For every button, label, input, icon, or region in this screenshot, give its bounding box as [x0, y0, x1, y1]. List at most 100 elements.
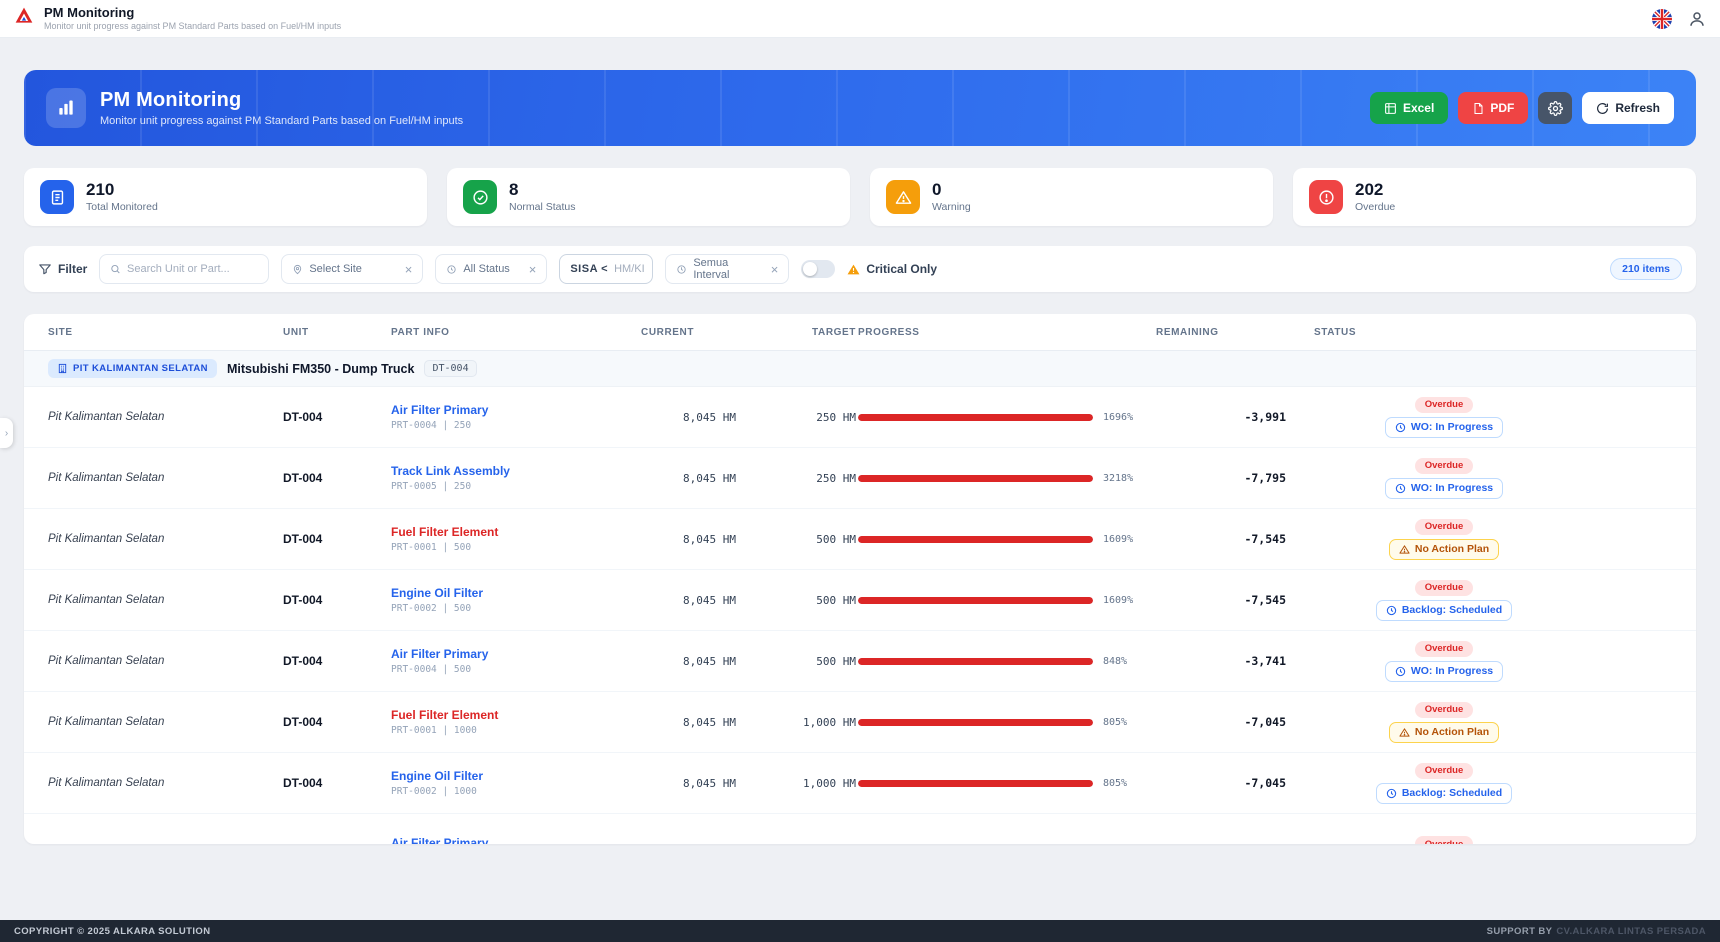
- part-link[interactable]: Air Filter Primary: [391, 403, 641, 417]
- stat-value: 202: [1355, 181, 1395, 200]
- pm-table: SITE UNIT PART INFO CURRENT TARGET PROGR…: [24, 314, 1696, 844]
- part-link[interactable]: Track Link Assembly: [391, 464, 641, 478]
- header-unit: UNIT: [283, 327, 391, 338]
- bar-chart-icon: [46, 88, 86, 128]
- part-link[interactable]: Fuel Filter Element: [391, 525, 641, 539]
- row-site: Pit Kalimantan Selatan: [48, 655, 283, 667]
- progress-percent: 848%: [1103, 656, 1127, 667]
- part-link[interactable]: Engine Oil Filter: [391, 586, 641, 600]
- header-status: STATUS: [1286, 327, 1672, 338]
- status-badge: Overdue: [1415, 397, 1474, 413]
- sisa-threshold-input[interactable]: [614, 263, 654, 275]
- clear-status-icon[interactable]: ×: [529, 263, 537, 276]
- action-badge[interactable]: No Action Plan: [1389, 722, 1499, 743]
- part-meta: PRT-0001 | 500: [391, 542, 641, 553]
- row-target: 250 HM: [736, 472, 856, 485]
- warning-triangle-icon: [886, 180, 920, 214]
- status-badge: Overdue: [1415, 836, 1474, 844]
- support-text: SUPPORT BYCV.ALKARA LINTAS PERSADA: [1487, 926, 1706, 937]
- progress-bar: [858, 475, 1093, 482]
- table-row[interactable]: Air Filter Primary Overdue: [24, 814, 1696, 844]
- progress-bar: [858, 719, 1093, 726]
- user-account-button[interactable]: [1688, 10, 1706, 28]
- search-icon: [110, 263, 121, 275]
- progress-bar: [858, 780, 1093, 787]
- site-select-value: Select Site: [309, 263, 398, 275]
- progress-percent: 3218%: [1103, 473, 1133, 484]
- sisa-threshold-field[interactable]: SISA <: [559, 254, 653, 284]
- row-target: 500 HM: [736, 655, 856, 668]
- status-select[interactable]: All Status ×: [435, 254, 547, 284]
- items-count-badge: 210 items: [1610, 258, 1682, 280]
- action-badge[interactable]: Backlog: Scheduled: [1376, 600, 1512, 621]
- action-badge[interactable]: WO: In Progress: [1385, 478, 1503, 499]
- settings-button[interactable]: [1538, 92, 1572, 124]
- clock-icon: [1386, 788, 1397, 799]
- part-meta: PRT-0004 | 500: [391, 664, 641, 675]
- table-row[interactable]: Pit Kalimantan Selatan DT-004 Fuel Filte…: [24, 692, 1696, 753]
- row-remaining: -7,045: [1156, 776, 1286, 790]
- part-link[interactable]: Air Filter Primary: [391, 647, 641, 661]
- chevron-right-icon: ›: [5, 428, 8, 439]
- action-badge[interactable]: Backlog: Scheduled: [1376, 783, 1512, 804]
- clear-site-icon[interactable]: ×: [405, 263, 413, 276]
- footer: COPYRIGHT © 2025 ALKARA SOLUTION SUPPORT…: [0, 920, 1720, 942]
- row-site: Pit Kalimantan Selatan: [48, 411, 283, 423]
- page-title: PM Monitoring: [44, 5, 341, 21]
- action-badge[interactable]: WO: In Progress: [1385, 417, 1503, 438]
- language-flag-button[interactable]: [1652, 9, 1672, 29]
- table-row[interactable]: Pit Kalimantan Selatan DT-004 Fuel Filte…: [24, 509, 1696, 570]
- critical-only-toggle[interactable]: [801, 260, 835, 278]
- action-badge[interactable]: No Action Plan: [1389, 539, 1499, 560]
- table-row[interactable]: Pit Kalimantan Selatan DT-004 Air Filter…: [24, 631, 1696, 692]
- search-input[interactable]: [127, 263, 258, 275]
- clipboard-icon: [40, 180, 74, 214]
- header-site: SITE: [48, 327, 283, 338]
- table-row[interactable]: Pit Kalimantan Selatan DT-004 Air Filter…: [24, 387, 1696, 448]
- unit-group-row[interactable]: PIT KALIMANTAN SELATAN Mitsubishi FM350 …: [24, 351, 1696, 387]
- building-icon: [57, 363, 68, 374]
- status-badge: Overdue: [1415, 580, 1474, 596]
- stat-value: 8: [509, 181, 576, 200]
- header-remaining: REMAINING: [1156, 327, 1286, 338]
- clear-interval-icon[interactable]: ×: [771, 263, 779, 276]
- interval-clock-icon: [676, 264, 687, 275]
- part-link[interactable]: Fuel Filter Element: [391, 708, 641, 722]
- table-row[interactable]: Pit Kalimantan Selatan DT-004 Engine Oil…: [24, 570, 1696, 631]
- header-current: CURRENT: [641, 327, 736, 338]
- export-pdf-button[interactable]: PDF: [1458, 92, 1528, 124]
- row-remaining: -3,741: [1156, 654, 1286, 668]
- clock-icon: [1395, 422, 1406, 433]
- row-target: 1,000 HM: [736, 777, 856, 790]
- progress-percent: 805%: [1103, 778, 1127, 789]
- interval-select[interactable]: Semua Interval ×: [665, 254, 789, 284]
- export-excel-button[interactable]: Excel: [1370, 92, 1448, 124]
- site-select[interactable]: Select Site ×: [281, 254, 423, 284]
- search-field[interactable]: [99, 254, 269, 284]
- drawer-handle[interactable]: ›: [0, 418, 13, 448]
- status-circle-icon: [446, 264, 457, 275]
- stat-label: Total Monitored: [86, 201, 158, 213]
- sisa-label: SISA <: [570, 263, 608, 275]
- map-pin-icon: [292, 264, 303, 275]
- row-remaining: -7,795: [1156, 471, 1286, 485]
- action-badge[interactable]: WO: In Progress: [1385, 661, 1503, 682]
- part-link[interactable]: Air Filter Primary: [391, 836, 641, 845]
- spreadsheet-icon: [1384, 102, 1397, 115]
- row-site: Pit Kalimantan Selatan: [48, 777, 283, 789]
- progress-bar: [858, 414, 1093, 421]
- table-row[interactable]: Pit Kalimantan Selatan DT-004 Track Link…: [24, 448, 1696, 509]
- stats-row: 210 Total Monitored 8 Normal Status 0 Wa…: [24, 168, 1696, 226]
- part-link[interactable]: Engine Oil Filter: [391, 769, 641, 783]
- table-row[interactable]: Pit Kalimantan Selatan DT-004 Engine Oil…: [24, 753, 1696, 814]
- progress-bar: [858, 658, 1093, 665]
- clock-icon: [1386, 605, 1397, 616]
- header-target: TARGET: [736, 327, 856, 338]
- row-current: 8,045 HM: [641, 716, 736, 729]
- critical-only-label: Critical Only: [847, 262, 937, 276]
- row-remaining: -7,045: [1156, 715, 1286, 729]
- uk-flag-icon: [1652, 9, 1672, 29]
- funnel-icon: [38, 262, 52, 276]
- refresh-button[interactable]: Refresh: [1582, 92, 1674, 124]
- stat-value: 0: [932, 181, 971, 200]
